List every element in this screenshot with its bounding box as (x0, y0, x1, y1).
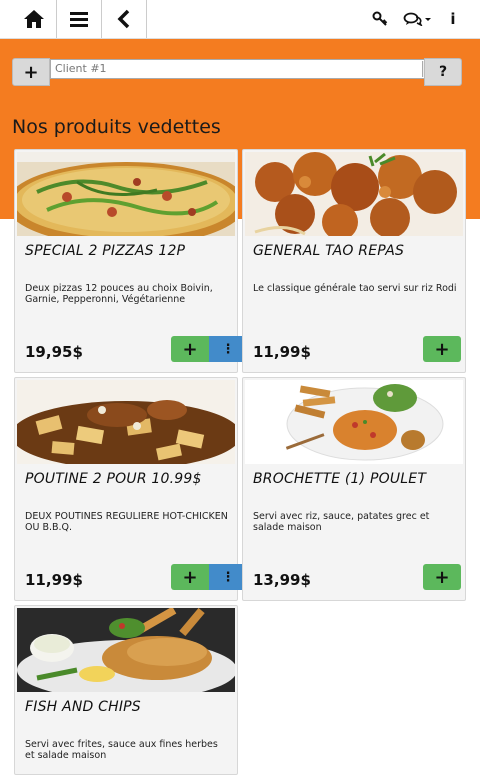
product-name[interactable]: GENERAL TAO REPAS (253, 243, 404, 259)
add-to-cart-button[interactable]: + (423, 336, 461, 362)
product-image (245, 380, 463, 464)
product-description: Le classique générale tao servi sur riz … (253, 283, 457, 294)
product-name[interactable]: BROCHETTE (1) POULET (253, 471, 426, 487)
add-to-cart-button[interactable]: + (171, 336, 209, 362)
menu-button[interactable] (57, 0, 102, 38)
client-selector-row: + Client #1 ▼ ? (12, 58, 462, 86)
home-button[interactable] (12, 0, 57, 38)
key-button[interactable] (368, 0, 392, 38)
info-icon: i (450, 10, 456, 28)
chevron-left-icon (117, 9, 130, 29)
question-icon: ? (438, 64, 448, 80)
plus-icon: + (182, 338, 198, 360)
product-price: 19,95$ (25, 343, 83, 361)
product-image (17, 380, 235, 464)
product-description: DEUX POUTINES REGULIERE HOT-CHICKEN OU B… (25, 511, 228, 533)
product-image (17, 152, 235, 236)
section-title: Nos produits vedettes (12, 116, 221, 138)
info-button[interactable]: i (442, 0, 464, 38)
product-image (245, 152, 463, 236)
product-card[interactable]: FISH AND CHIPS Servi avec frites, sauce … (14, 605, 238, 775)
product-name[interactable]: SPECIAL 2 PIZZAS 12P (25, 243, 185, 259)
plus-icon: + (23, 61, 39, 83)
back-button[interactable] (102, 0, 147, 38)
hamburger-icon (70, 12, 88, 27)
help-button[interactable]: ? (424, 58, 462, 86)
product-image (17, 608, 235, 692)
product-description: Servi avec riz, sauce, patates grec et s… (253, 511, 430, 533)
product-description: Servi avec frites, sauce aux fines herbe… (25, 739, 218, 761)
home-icon (24, 10, 44, 28)
product-price: 11,99$ (253, 343, 311, 361)
add-to-cart-button[interactable]: + (171, 564, 209, 590)
client-select-value: Client #1 (55, 62, 107, 75)
product-card[interactable]: BROCHETTE (1) POULET Servi avec riz, sau… (242, 377, 466, 601)
chat-bubbles-icon (403, 12, 431, 26)
chat-dropdown-button[interactable] (400, 0, 434, 38)
kebab-menu-icon: ⋮ (221, 341, 235, 357)
kebab-menu-icon: ⋮ (221, 569, 235, 585)
plus-icon: + (434, 566, 450, 588)
add-to-cart-button[interactable]: + (423, 564, 461, 590)
product-description: Deux pizzas 12 pouces au choix Boivin, G… (25, 283, 213, 305)
add-client-button[interactable]: + (12, 58, 50, 86)
product-price: 11,99$ (25, 571, 83, 589)
product-name[interactable]: POUTINE 2 POUR 10.99$ (25, 471, 202, 487)
product-card[interactable]: SPECIAL 2 PIZZAS 12P Deux pizzas 12 pouc… (14, 149, 247, 373)
product-card[interactable]: GENERAL TAO REPAS Le classique générale … (242, 149, 466, 373)
product-price: 13,99$ (253, 571, 311, 589)
plus-icon: + (182, 566, 198, 588)
client-select[interactable]: Client #1 ▼ (50, 59, 436, 79)
product-card[interactable]: POUTINE 2 POUR 10.99$ DEUX POUTINES REGU… (14, 377, 247, 601)
product-name[interactable]: FISH AND CHIPS (25, 699, 141, 715)
plus-icon: + (434, 338, 450, 360)
key-icon (372, 11, 388, 26)
top-navbar: i (0, 0, 480, 39)
